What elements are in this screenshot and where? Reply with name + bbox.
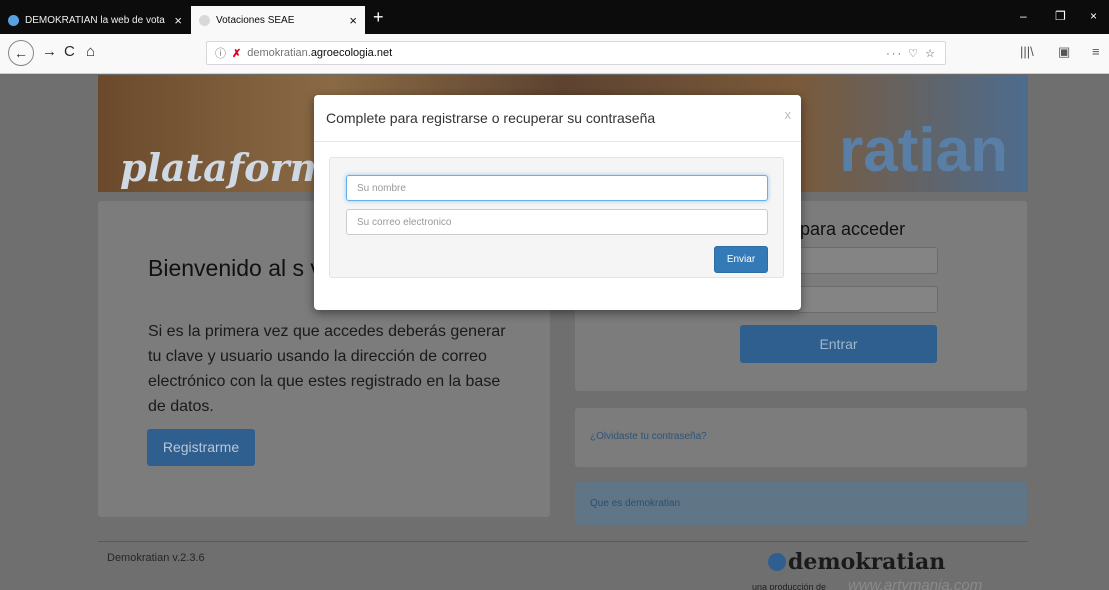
new-tab-icon[interactable]: + xyxy=(373,7,384,28)
site-favicon-icon xyxy=(8,14,19,26)
username-field[interactable] xyxy=(797,247,938,274)
demokratian-logo: demokratian xyxy=(768,549,945,575)
version-text: Demokratian v.2.3.6 xyxy=(107,552,205,564)
close-window-icon[interactable]: × xyxy=(1090,9,1097,23)
url-prefix: demokratian. xyxy=(247,47,311,59)
password-field[interactable] xyxy=(797,286,938,313)
minimize-icon[interactable]: – xyxy=(1020,9,1027,23)
email-input[interactable] xyxy=(346,209,768,235)
page-actions-icon[interactable]: ··· ♡ ☆ xyxy=(886,47,937,60)
modal-header: Complete para registrarse o recuperar su… xyxy=(314,95,801,142)
logo-dot-icon xyxy=(768,553,786,571)
login-title: para acceder xyxy=(800,219,906,239)
about-link[interactable]: Que es demokratian xyxy=(590,498,680,509)
tab-bar: DEMOKRATIAN la web de vota × Votaciones … xyxy=(0,0,1109,34)
restore-icon[interactable]: ❐ xyxy=(1055,9,1066,23)
modal-form: Enviar xyxy=(329,157,784,278)
forward-icon[interactable]: → xyxy=(42,43,57,60)
forgot-password-link[interactable]: ¿Olvidaste tu contraseña? xyxy=(590,431,707,442)
credit-text: una producción de xyxy=(752,582,827,590)
banner-right-text: ratian xyxy=(839,116,1008,185)
site-favicon-icon xyxy=(199,14,210,26)
tab-label: Votaciones SEAE xyxy=(216,14,295,26)
home-icon[interactable]: ⌂ xyxy=(86,43,95,60)
insecure-lock-icon[interactable]: ✗ xyxy=(232,47,241,60)
tab-demokratian[interactable]: DEMOKRATIAN la web de vota × xyxy=(0,6,190,34)
forgot-panel: ¿Olvidaste tu contraseña? xyxy=(575,408,1027,467)
about-panel: Que es demokratian xyxy=(575,482,1027,525)
info-icon[interactable]: ⓘ xyxy=(215,45,226,61)
navigation-bar: ← → C ⌂ ⓘ ✗ demokratian. agroecologia.net… xyxy=(0,34,1109,74)
login-button[interactable]: Entrar xyxy=(740,325,937,363)
menu-icon[interactable]: ≡ xyxy=(1092,44,1100,59)
register-button[interactable]: Registrarme xyxy=(147,429,255,466)
footer-divider xyxy=(98,541,1028,542)
footer-credit: una producción de www.artymania.com xyxy=(752,577,982,590)
modal-close-icon[interactable]: x xyxy=(785,107,792,122)
welcome-text: Si es la primera vez que accedes deberás… xyxy=(148,323,506,415)
credit-site[interactable]: www.artymania.com xyxy=(848,577,982,590)
library-icon[interactable]: |||\ xyxy=(1020,44,1034,59)
name-input[interactable] xyxy=(346,175,768,201)
send-button[interactable]: Enviar xyxy=(714,246,768,273)
back-icon[interactable]: ← xyxy=(8,40,34,66)
sidebar-icon[interactable]: ▣ xyxy=(1058,44,1070,60)
reload-icon[interactable]: C xyxy=(64,43,75,60)
tab-close-icon[interactable]: × xyxy=(174,13,182,28)
tab-close-icon[interactable]: × xyxy=(349,13,357,28)
modal-title: Complete para registrarse o recuperar su… xyxy=(326,110,656,126)
tab-label: DEMOKRATIAN la web de vota xyxy=(25,14,165,26)
address-bar[interactable]: ⓘ ✗ demokratian. agroecologia.net ··· ♡ ☆ xyxy=(206,41,946,65)
logo-text: demokratian xyxy=(788,549,946,575)
url-domain: agroecologia.net xyxy=(310,47,393,59)
tab-votaciones[interactable]: Votaciones SEAE × xyxy=(191,6,365,34)
register-modal: Complete para registrarse o recuperar su… xyxy=(314,95,801,310)
